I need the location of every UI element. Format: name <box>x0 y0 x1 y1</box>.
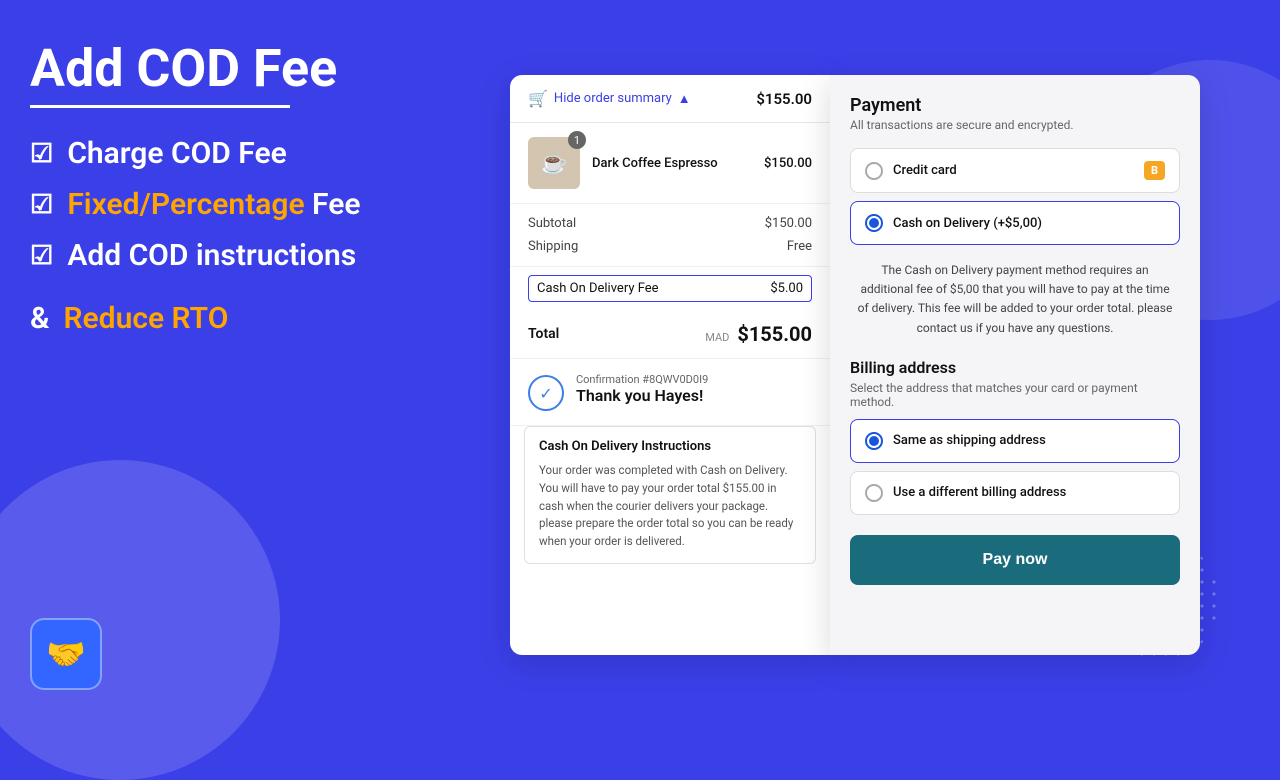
total-amount-wrap: MAD $155.00 <box>705 322 812 346</box>
brand-badge: B <box>1144 161 1165 180</box>
total-line: Total MAD $155.00 <box>510 310 830 359</box>
billing-options: Same as shipping address Use a different… <box>850 419 1180 515</box>
check-circle-icon: ✓ <box>528 375 564 411</box>
feature-fixed: ☑ Fixed/Percentage Fee <box>30 187 450 222</box>
subtotal-line: Subtotal $150.00 <box>528 216 812 231</box>
payment-methods: Credit card B Cash on Delivery (+$5,00) … <box>850 148 1180 342</box>
feature-fixed-label: Fixed/Percentage Fee <box>67 187 360 222</box>
main-title: Add COD Fee <box>30 40 450 97</box>
credit-card-label: Credit card <box>893 163 1134 178</box>
fixed-after: Fee <box>305 187 361 222</box>
product-badge: 1 <box>568 131 586 149</box>
feature-charge: ☑ Charge COD Fee <box>30 136 450 171</box>
confirmation-number: Confirmation #8QWV0D0I9 <box>576 373 708 386</box>
feature-reduce-rto: & Reduce RTO <box>30 301 450 336</box>
billing-subtitle: Select the address that matches your car… <box>850 381 1180 409</box>
cod-description: The Cash on Delivery payment method requ… <box>850 253 1180 342</box>
subtotal-value: $150.00 <box>765 216 812 231</box>
confirmation-thanks: Thank you Hayes! <box>576 386 708 405</box>
cod-fee-value: $5.00 <box>770 281 803 296</box>
payment-card: Payment All transactions are secure and … <box>830 75 1200 655</box>
radio-cod <box>865 214 883 232</box>
payment-option-credit-card[interactable]: Credit card B <box>850 148 1180 193</box>
reduce-highlight: Reduce RTO <box>63 301 228 336</box>
cards-wrapper: 🛒 Hide order summary ▲ $155.00 ☕ 1 Dark … <box>510 75 1200 655</box>
cod-fee-label: Cash On Delivery Fee <box>537 281 659 296</box>
cod-instructions-box: Cash On Delivery Instructions Your order… <box>524 426 816 564</box>
app-icon: 🤝 <box>30 618 102 690</box>
left-panel: Add COD Fee ☑ Charge COD Fee ☑ Fixed/Per… <box>30 40 450 336</box>
total-label: Total <box>528 326 559 342</box>
chevron-up-icon: ▲ <box>678 91 691 107</box>
billing-option-different[interactable]: Use a different billing address <box>850 471 1180 515</box>
subtotal-label: Subtotal <box>528 216 576 231</box>
cod-instructions-body: Your order was completed with Cash on De… <box>539 462 801 551</box>
total-amount: $155.00 <box>737 322 812 346</box>
different-billing-label: Use a different billing address <box>893 485 1066 500</box>
radio-different-billing <box>865 484 883 502</box>
radio-cod-dot <box>869 218 879 228</box>
shipping-line: Shipping Free <box>528 239 812 254</box>
cart-icon: 🛒 <box>528 89 548 108</box>
feature-charge-label: Charge COD Fee <box>67 136 286 171</box>
app-icon-emoji: 🤝 <box>46 635 86 673</box>
product-row: ☕ 1 Dark Coffee Espresso $150.00 <box>510 123 830 204</box>
radio-same-dot <box>869 436 879 446</box>
hide-order-label: Hide order summary <box>554 91 672 106</box>
billing-title: Billing address <box>850 358 1180 377</box>
order-card: 🛒 Hide order summary ▲ $155.00 ☕ 1 Dark … <box>510 75 830 655</box>
product-emoji: ☕ <box>540 151 567 176</box>
product-price: $150.00 <box>764 156 812 171</box>
reduce-prefix: & <box>30 301 49 336</box>
total-currency: MAD <box>705 331 729 344</box>
cod-label: Cash on Delivery (+$5,00) <box>893 216 1165 231</box>
summary-lines: Subtotal $150.00 Shipping Free <box>510 204 830 267</box>
billing-section: Billing address Select the address that … <box>850 358 1180 515</box>
pay-now-button[interactable]: Pay now <box>850 535 1180 585</box>
shipping-label: Shipping <box>528 239 578 254</box>
check-icon-fixed: ☑ <box>30 190 53 220</box>
product-img-wrap: ☕ 1 <box>528 137 580 189</box>
radio-credit-card <box>865 162 883 180</box>
title-underline <box>30 105 290 108</box>
order-total-header: $155.00 <box>756 90 812 108</box>
confirmation-section: ✓ Confirmation #8QWV0D0I9 Thank you Haye… <box>510 359 830 426</box>
cod-fee-line: Cash On Delivery Fee $5.00 <box>528 275 812 302</box>
feature-instructions-label: Add COD instructions <box>67 238 356 273</box>
payment-option-cod[interactable]: Cash on Delivery (+$5,00) <box>850 201 1180 245</box>
check-icon-charge: ☑ <box>30 139 53 169</box>
confirmation-text-wrap: Confirmation #8QWV0D0I9 Thank you Hayes! <box>576 373 708 405</box>
payment-subtitle: All transactions are secure and encrypte… <box>850 118 1180 132</box>
order-header: 🛒 Hide order summary ▲ $155.00 <box>510 75 830 123</box>
feature-instructions: ☑ Add COD instructions <box>30 238 450 273</box>
feature-list: ☑ Charge COD Fee ☑ Fixed/Percentage Fee … <box>30 136 450 336</box>
shipping-value: Free <box>787 239 812 254</box>
payment-title: Payment <box>850 95 1180 116</box>
fixed-highlight: Fixed/Percentage <box>67 187 304 222</box>
billing-option-same[interactable]: Same as shipping address <box>850 419 1180 463</box>
product-name: Dark Coffee Espresso <box>592 156 752 171</box>
cod-instructions-title: Cash On Delivery Instructions <box>539 439 801 454</box>
same-shipping-label: Same as shipping address <box>893 433 1046 448</box>
payment-header: Payment All transactions are secure and … <box>850 95 1180 132</box>
check-icon-instructions: ☑ <box>30 241 53 271</box>
radio-same-shipping <box>865 432 883 450</box>
order-toggle[interactable]: 🛒 Hide order summary ▲ <box>528 89 691 108</box>
